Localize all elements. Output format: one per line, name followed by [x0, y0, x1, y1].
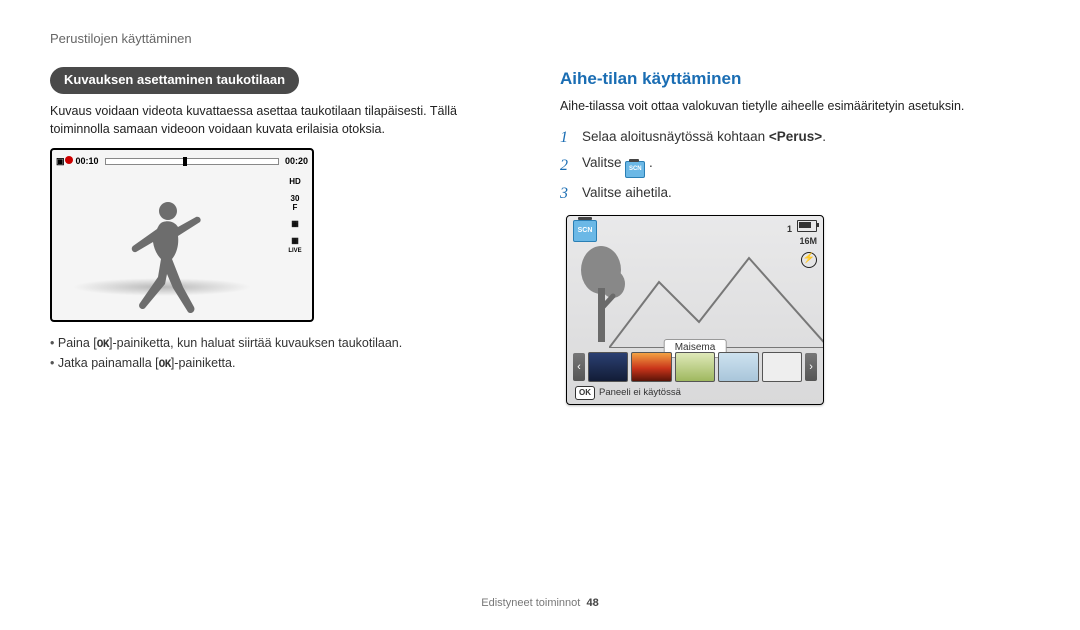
ok-key-icon: OK: [159, 359, 171, 371]
left-paragraph: Kuvaus voidaan videota kuvattaessa asett…: [50, 102, 520, 138]
ok-key-icon: OK: [97, 339, 109, 351]
scn-mode-icon: SCN: [625, 161, 645, 178]
live-icon: ▦LIVE: [284, 237, 306, 255]
bullet-pause: Paina [OK]-painiketta, kun haluat siirtä…: [50, 334, 520, 354]
scn-icon: SCN: [573, 220, 597, 242]
time-total: 00:20: [285, 155, 308, 168]
thumb-portrait[interactable]: [718, 352, 758, 382]
left-column: Kuvauksen asettaminen taukotilaan Kuvaus…: [50, 67, 520, 405]
photo-icon: ▣: [56, 155, 65, 168]
ok-box-icon: OK: [575, 386, 595, 400]
filmstrip-prev[interactable]: ‹: [573, 353, 585, 381]
running-head: Perustilojen käyttäminen: [50, 30, 1030, 49]
right-column: Aihe-tilan käyttäminen Aihe-tilassa voit…: [560, 67, 1030, 405]
thumb-sunset[interactable]: [631, 352, 671, 382]
stab-icon: ▦: [284, 220, 306, 229]
resolution-icon: 16M: [799, 236, 817, 246]
panel-hint: OK Paneeli ei käytössä: [575, 386, 681, 400]
scenery-illustration: [575, 250, 815, 348]
footer: Edistyneet toiminnot 48: [0, 596, 1080, 612]
battery-icon: [797, 220, 817, 232]
thumb-night[interactable]: [588, 352, 628, 382]
section-pill: Kuvauksen asettaminen taukotilaan: [50, 67, 299, 94]
step-3: 3 Valitse aihetila.: [560, 182, 1030, 205]
thumb-landscape[interactable]: [675, 352, 715, 382]
section-heading: Aihe-tilan käyttäminen: [560, 67, 1030, 92]
counter: 1: [787, 224, 792, 234]
scene-mode-lcd: SCN 1 16M ⚡: [566, 215, 824, 405]
right-intro: Aihe-tilassa voit ottaa valokuvan tietyl…: [560, 97, 1030, 115]
thumb-other[interactable]: [762, 352, 802, 382]
video-pause-lcd: ▣ 00:10 00:20 HD 30F ▦ ▦LIVE: [50, 148, 314, 322]
bullet-resume: Jatka painamalla [OK]-painiketta.: [50, 354, 520, 374]
step-1: 1 Selaa aloitusnäytössä kohtaan <Perus>.: [560, 126, 1030, 149]
step-2: 2 Valitse SCN .: [560, 153, 1030, 178]
filmstrip-next[interactable]: ›: [805, 353, 817, 381]
tree-icon: [579, 244, 627, 348]
scene-filmstrip: ‹ ›: [573, 352, 817, 382]
fps-icon: 30F: [284, 195, 306, 213]
hd-icon: HD: [284, 178, 306, 187]
dancer-silhouette: [122, 194, 212, 314]
progress-bar: [105, 158, 279, 165]
rec-icon: 00:10: [65, 155, 99, 168]
